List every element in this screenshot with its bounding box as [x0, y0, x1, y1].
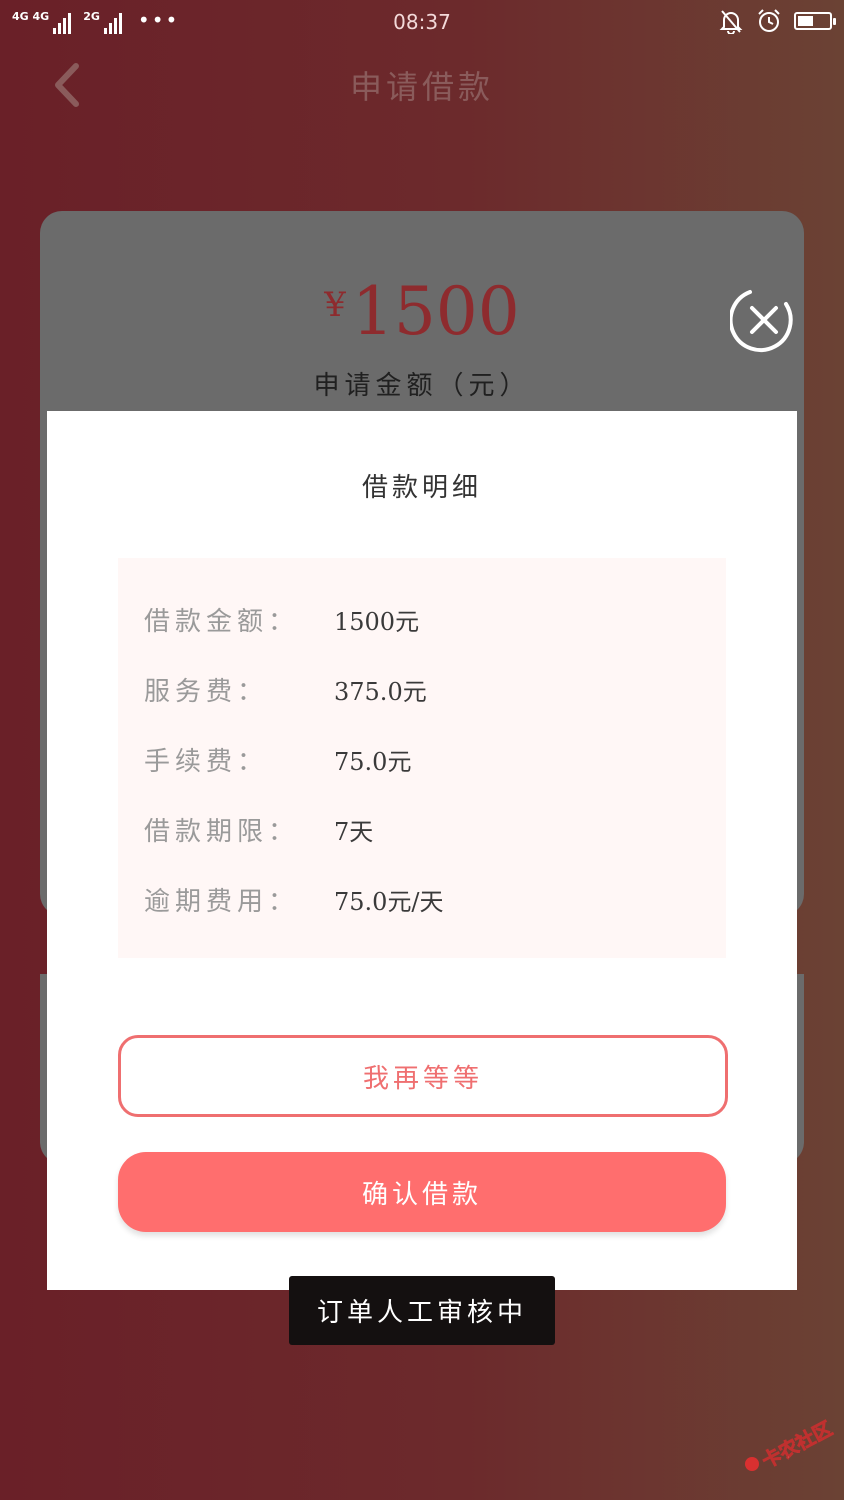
battery-level	[798, 16, 813, 26]
confirm-loan-button[interactable]: 确认借款	[118, 1152, 726, 1232]
bell-muted-icon	[719, 10, 743, 34]
detail-row-loan-term: 借款期限： 7天	[144, 809, 373, 849]
page-title: 申请借款	[349, 68, 494, 106]
loan-detail-panel: 借款金额： 1500元 服务费： 375.0元 手续费： 75.0元 借款期限：…	[118, 558, 726, 958]
amount-value: 1500	[351, 273, 520, 350]
detail-label: 逾期费用：	[144, 886, 300, 917]
close-icon[interactable]	[730, 286, 798, 354]
status-right	[718, 8, 836, 34]
detail-value: 7天	[334, 817, 374, 846]
loan-detail-dialog: 借款明细 借款金额： 1500元 服务费： 375.0元 手续费： 75.0元 …	[47, 411, 797, 1290]
detail-row-handling-fee: 手续费： 75.0元	[144, 739, 411, 779]
detail-value: 1500元	[334, 607, 420, 636]
currency-symbol: ¥	[324, 285, 346, 325]
detail-value: 75.0元	[334, 747, 412, 776]
amount-display: ¥1500	[40, 273, 804, 350]
detail-value: 75.0元/天	[334, 887, 444, 916]
detail-label: 服务费：	[144, 676, 269, 707]
wait-button[interactable]: 我再等等	[118, 1035, 728, 1117]
dialog-title: 借款明细	[361, 473, 482, 503]
detail-label: 借款期限：	[144, 816, 300, 847]
detail-row-overdue-fee: 逾期费用： 75.0元/天	[144, 879, 444, 919]
detail-value: 375.0元	[334, 677, 427, 706]
battery-icon	[794, 12, 836, 30]
svg-text:卡农社区: 卡农社区	[758, 1418, 836, 1473]
detail-label: 借款金额：	[144, 606, 300, 637]
amount-label: 申请金额（元）	[313, 371, 531, 401]
detail-row-service-fee: 服务费： 375.0元	[144, 669, 427, 709]
detail-label: 手续费：	[144, 746, 269, 777]
alarm-icon	[758, 9, 780, 32]
detail-row-loan-amount: 借款金额： 1500元	[144, 599, 419, 639]
review-status-toast: 订单人工审核中	[289, 1276, 555, 1345]
status-bar: 4G 4G 2G ••• 08:37	[0, 0, 844, 44]
watermark-logo: 卡农社区	[745, 1418, 836, 1473]
